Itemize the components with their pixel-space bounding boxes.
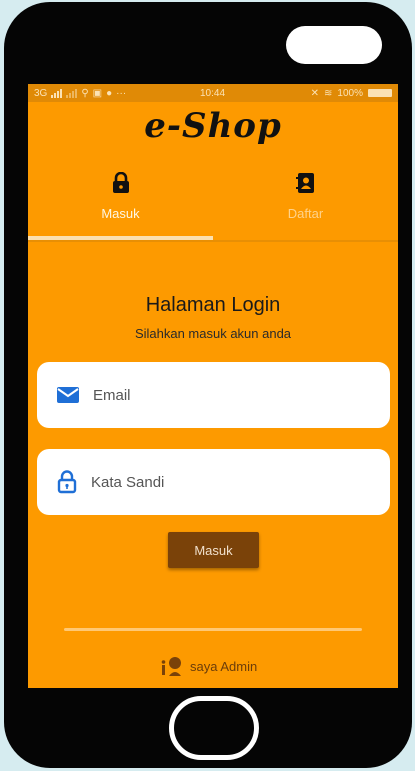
status-time: 10:44	[200, 87, 226, 99]
tab-label: Daftar	[287, 206, 324, 221]
mute-icon: ✕	[310, 87, 320, 99]
tab-daftar[interactable]: Daftar	[213, 166, 398, 240]
status-bar: 3G ⚲ ▣ ● ··· 10:44 ✕ ≋ 100%	[28, 84, 398, 102]
password-field	[37, 449, 390, 515]
admin-user-icon	[161, 657, 181, 676]
email-field	[37, 362, 390, 428]
phone-frame: 3G ⚲ ▣ ● ··· 10:44 ✕ ≋ 100% e-Shop Masuk…	[4, 2, 412, 768]
header-divider	[28, 240, 398, 242]
lock-icon	[57, 470, 77, 494]
phone-speaker	[286, 26, 382, 64]
signal-weak-icon	[66, 88, 78, 98]
tab-bar: Masuk Daftar	[28, 166, 398, 240]
tab-label: Masuk	[101, 206, 140, 221]
status-left: 3G ⚲ ▣ ● ···	[34, 88, 184, 99]
wifi-icon: ≋	[324, 87, 333, 99]
password-input[interactable]	[91, 473, 371, 491]
battery-icon	[368, 89, 392, 97]
admin-label: saya Admin	[190, 658, 258, 674]
footer-divider	[64, 628, 362, 631]
tab-masuk[interactable]: Masuk	[28, 166, 213, 240]
page-title: Halaman Login	[145, 294, 281, 316]
status-right: ✕ ≋ 100%	[311, 88, 392, 99]
contact-book-icon	[295, 173, 314, 193]
battery-percent: 100%	[337, 87, 363, 99]
mail-icon	[57, 387, 79, 403]
notification-icon: ▣	[92, 87, 103, 99]
app-screen: 3G ⚲ ▣ ● ··· 10:44 ✕ ≋ 100% e-Shop Masuk…	[28, 84, 398, 688]
page-subtitle: Silahkan masuk akun anda	[134, 326, 292, 341]
lock-icon	[112, 172, 129, 193]
login-button[interactable]: Masuk	[168, 532, 259, 568]
more-icon: ···	[116, 87, 127, 99]
chat-icon: ●	[106, 87, 113, 99]
usb-icon: ⚲	[81, 87, 89, 99]
home-button[interactable]	[169, 696, 259, 760]
app-title: e-Shop	[144, 106, 282, 146]
email-input[interactable]	[93, 386, 373, 404]
admin-login-link[interactable]: saya Admin	[160, 656, 257, 676]
network-type: 3G	[34, 87, 48, 99]
signal-icon	[51, 88, 63, 98]
